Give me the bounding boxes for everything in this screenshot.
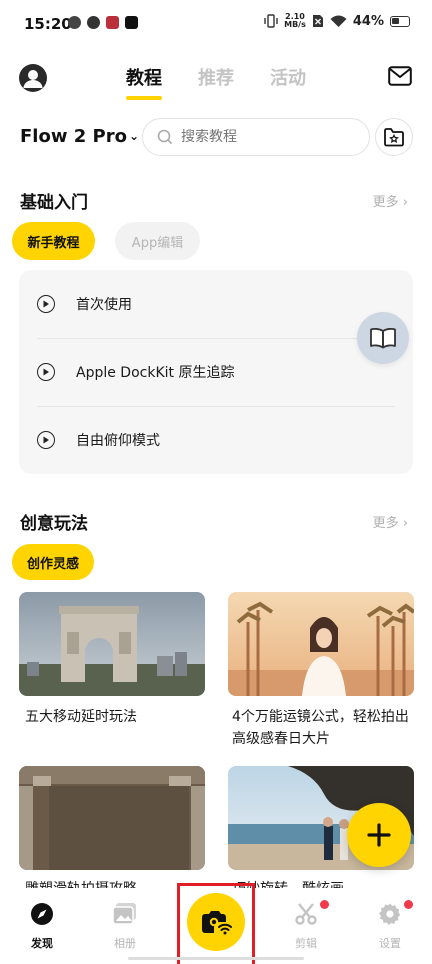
play-icon xyxy=(37,431,55,449)
chevron-down-icon: ⌄ xyxy=(128,129,140,143)
video-caption: 五大移动延时玩法 xyxy=(25,709,137,725)
app-icon xyxy=(87,16,100,29)
battery-percent: 44% xyxy=(352,13,384,29)
device-label: Flow 2 Pro xyxy=(20,126,127,147)
device-selector[interactable]: Flow 2 Pro ⌄ xyxy=(20,126,139,147)
video-thumbnail[interactable] xyxy=(228,592,414,696)
chevron-right-icon: › xyxy=(402,195,408,210)
nav-label: 剪辑 xyxy=(295,937,317,950)
search-input[interactable] xyxy=(181,129,351,145)
chevron-right-icon: › xyxy=(402,516,408,531)
nav-edit[interactable]: 剪辑 xyxy=(276,902,336,951)
basics-more-link[interactable]: 更多 › xyxy=(373,191,408,210)
arch-thumbnail-image xyxy=(19,592,205,696)
tutorial-list-card: 首次使用 Apple DockKit 原生追踪 自由俯仰模式 xyxy=(19,270,413,474)
palm-girl-thumbnail-image xyxy=(228,592,414,696)
play-icon xyxy=(37,295,55,313)
nav-discover[interactable]: 发现 xyxy=(12,902,72,951)
scissors-icon xyxy=(295,903,317,925)
book-icon xyxy=(370,327,396,349)
tab-events[interactable]: 活动 xyxy=(270,64,306,90)
vibrate-icon xyxy=(264,14,278,28)
tutorial-item[interactable]: 自由俯仰模式 xyxy=(19,406,413,474)
nav-settings[interactable]: 设置 xyxy=(360,902,420,951)
net-speed-unit: MB/s xyxy=(284,20,306,29)
compass-icon xyxy=(31,903,53,925)
tutorial-item[interactable]: 首次使用 xyxy=(19,270,413,338)
settings-badge xyxy=(404,900,413,909)
camera-wifi-icon xyxy=(202,911,232,935)
tutorial-item-label: 首次使用 xyxy=(76,297,132,313)
tutorial-item-label: Apple DockKit 原生追踪 xyxy=(76,365,235,381)
star-folder-icon xyxy=(384,128,404,147)
gear-icon xyxy=(379,903,401,925)
favorites-button[interactable] xyxy=(375,118,413,156)
tab-bar: 教程 推荐 活动 xyxy=(0,64,432,100)
add-button[interactable] xyxy=(347,803,411,867)
wifi-icon xyxy=(330,15,347,27)
tutorial-item-label: 自由俯仰模式 xyxy=(76,433,160,449)
more-label: 更多 xyxy=(372,516,399,531)
battery-icon xyxy=(390,15,410,27)
video-caption: 4个万能运镜公式，轻松拍出高级感春日大片 xyxy=(232,709,409,747)
chip-inspiration[interactable]: 创作灵感 xyxy=(12,544,94,580)
home-indicator xyxy=(128,957,304,960)
status-bar: 15:20 2.10 MB/s 44% xyxy=(0,0,432,50)
video-thumbnail[interactable] xyxy=(19,592,205,696)
creative-more-link[interactable]: 更多 › xyxy=(373,512,408,531)
no-sim-icon xyxy=(312,15,323,27)
camera-connect-button[interactable] xyxy=(187,893,245,951)
chip-app-editing[interactable]: App编辑 xyxy=(115,222,200,260)
tab-tutorials[interactable]: 教程 xyxy=(126,64,162,100)
wechat-icon xyxy=(68,16,81,29)
edit-badge xyxy=(320,900,329,909)
top-nav: 教程 推荐 活动 xyxy=(0,56,432,102)
bank-icon xyxy=(106,16,119,29)
plus-icon xyxy=(367,823,391,847)
status-app-icons xyxy=(68,16,138,29)
tab-recommended[interactable]: 推荐 xyxy=(198,64,234,90)
tiktok-icon xyxy=(125,16,138,29)
net-speed: 2.10 MB/s xyxy=(284,13,306,29)
section-title-creative: 创意玩法 xyxy=(20,514,88,534)
gallery-icon xyxy=(112,903,136,925)
video-thumbnail[interactable] xyxy=(19,766,205,870)
more-label: 更多 xyxy=(372,195,399,210)
search-bar[interactable] xyxy=(142,118,370,156)
sculpture-thumbnail-image xyxy=(19,766,205,870)
tutorial-item[interactable]: Apple DockKit 原生追踪 xyxy=(19,338,413,406)
manual-button[interactable] xyxy=(357,312,409,364)
mail-icon[interactable] xyxy=(388,66,412,86)
search-icon xyxy=(157,129,173,145)
section-title-basics: 基础入门 xyxy=(20,193,88,213)
nav-label: 设置 xyxy=(379,937,401,950)
nav-album[interactable]: 相册 xyxy=(95,902,155,951)
nav-label: 相册 xyxy=(114,937,136,950)
chip-beginner[interactable]: 新手教程 xyxy=(12,222,95,260)
status-time: 15:20 xyxy=(24,15,72,33)
nav-label: 发现 xyxy=(31,937,53,950)
status-right: 2.10 MB/s 44% xyxy=(264,13,410,29)
play-icon xyxy=(37,363,55,381)
